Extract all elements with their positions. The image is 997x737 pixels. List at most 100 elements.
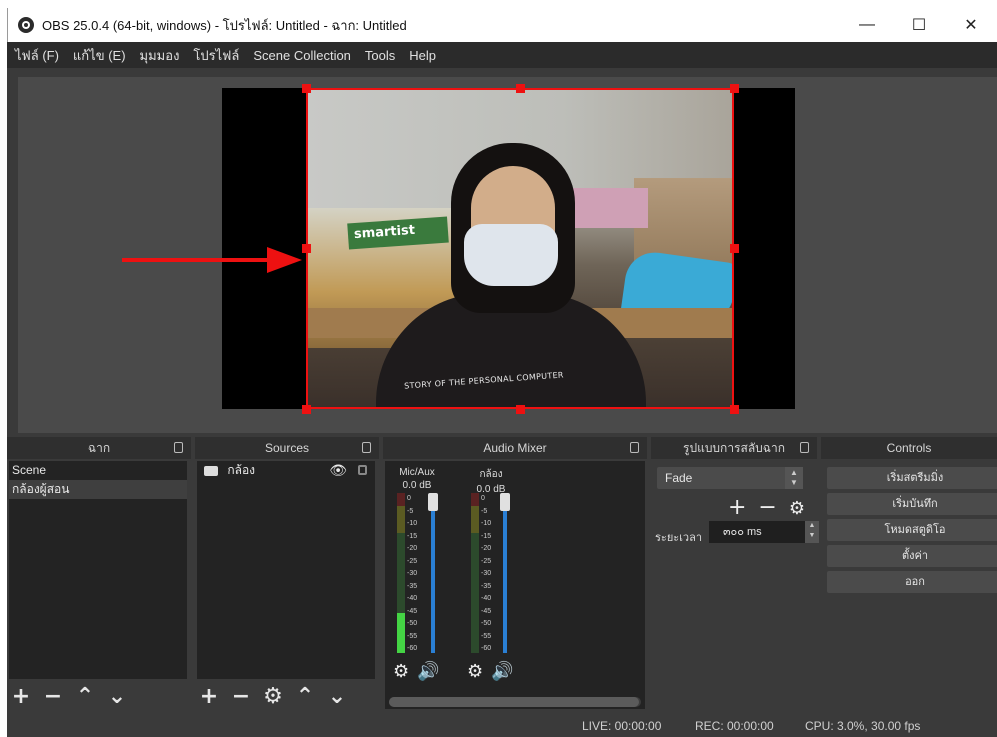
status-bar: LIVE: 00:00:00 REC: 00:00:00 CPU: 3.0%, …	[7, 713, 997, 737]
add-transition-icon[interactable]: +	[728, 495, 746, 520]
title-bar: OBS 25.0.4 (64-bit, windows) - โปรไฟล์: …	[7, 8, 997, 42]
sources-toolbar: + − ⚙ ⌃ ⌄	[199, 681, 347, 713]
camera-volume-meter	[471, 493, 479, 653]
menu-bar: ไฟล์ (F) แก้ไข (E) มุมมอง โปรไฟล์ Scene …	[7, 42, 997, 68]
camera-feed-image: smartist STORY OF THE PERSONAL COMPUTER	[306, 88, 734, 409]
resize-handle-tr[interactable]	[730, 84, 739, 93]
resize-handle-br[interactable]	[730, 405, 739, 414]
start-recording-button[interactable]: เริ่มบันทึก	[827, 493, 997, 515]
menu-scene-collection[interactable]: Scene Collection	[253, 48, 351, 63]
mic-db-readout: 0.0 dB	[402, 480, 432, 491]
rec-status: REC: 00:00:00	[695, 719, 774, 733]
source-label: กล้อง	[227, 463, 256, 477]
transition-settings-gear-icon[interactable]: ⚙	[789, 495, 805, 520]
remove-scene-icon[interactable]: −	[43, 686, 63, 708]
remove-source-icon[interactable]: −	[231, 686, 251, 708]
move-down-icon[interactable]: ⌄	[107, 686, 127, 708]
mixer-scrollbar[interactable]	[389, 697, 641, 707]
scenes-list[interactable]: Scene กล้องผู้สอน	[9, 461, 187, 679]
duration-spinner[interactable]: ▲ ▼	[805, 521, 819, 543]
resize-handle-mr[interactable]	[730, 244, 739, 253]
menu-file[interactable]: ไฟล์ (F)	[15, 45, 59, 66]
add-scene-icon[interactable]: +	[11, 686, 31, 708]
mic-meter-level	[397, 613, 405, 653]
resize-handle-bc[interactable]	[516, 405, 525, 414]
obs-logo-icon	[18, 17, 34, 33]
camera-buttons: ⚙ 🔊	[467, 661, 514, 682]
minimize-button[interactable]: —	[841, 8, 893, 42]
sources-title: Sources	[264, 441, 310, 455]
resize-handle-tl[interactable]	[302, 84, 311, 93]
lock-icon[interactable]	[358, 465, 367, 475]
cpu-status: CPU: 3.0%, 30.00 fps	[805, 719, 921, 733]
chevron-updown-icon: ▲ ▼	[785, 467, 803, 489]
controls-dock: Controls เริ่มสตรีมมิ่ง เริ่มบันทึก โหมด…	[821, 437, 997, 713]
audio-mixer-title-bar: Audio Mixer	[383, 437, 647, 459]
mic-settings-gear-icon[interactable]: ⚙	[393, 661, 409, 682]
float-dock-icon[interactable]	[800, 442, 809, 453]
eye-icon[interactable]: 👁	[329, 461, 347, 480]
scene-item[interactable]: Scene	[9, 461, 187, 480]
menu-tools[interactable]: Tools	[365, 48, 395, 63]
camera-fader-track[interactable]	[503, 495, 507, 653]
camera-fader-knob[interactable]	[500, 493, 510, 511]
menu-edit[interactable]: แก้ไข (E)	[73, 45, 126, 66]
transitions-dock: รูปแบบการสลับฉาก Fade ▲ ▼ + − ⚙ ระยะเวลา …	[651, 437, 819, 713]
controls-title-bar: Controls	[821, 437, 997, 459]
window-controls: — ☐ ✕	[841, 8, 997, 42]
transitions-title-bar: รูปแบบการสลับฉาก	[651, 437, 817, 459]
preview-area[interactable]: smartist STORY OF THE PERSONAL COMPUTER	[18, 77, 997, 433]
live-status: LIVE: 00:00:00	[582, 719, 662, 733]
resize-handle-tc[interactable]	[516, 84, 525, 93]
scenes-dock: ฉาก Scene กล้องผู้สอน + − ⌃ ⌄	[7, 437, 191, 713]
menu-profile[interactable]: โปรไฟล์	[193, 45, 239, 66]
transition-select[interactable]: Fade ▲ ▼	[657, 467, 803, 489]
studio-mode-button[interactable]: โหมดสตูดิโอ	[827, 519, 997, 541]
menu-help[interactable]: Help	[409, 48, 436, 63]
move-up-icon[interactable]: ⌃	[295, 686, 315, 708]
controls-title: Controls	[886, 441, 932, 455]
duration-input[interactable]: ๓๐๐ ms	[709, 521, 805, 543]
source-settings-gear-icon[interactable]: ⚙	[263, 686, 283, 708]
audio-mixer-title: Audio Mixer	[483, 441, 547, 455]
float-dock-icon[interactable]	[362, 442, 371, 453]
preview-canvas[interactable]: smartist STORY OF THE PERSONAL COMPUTER	[222, 84, 795, 414]
menu-view[interactable]: มุมมอง	[140, 45, 180, 66]
scenes-title: ฉาก	[87, 440, 111, 455]
maximize-button[interactable]: ☐	[893, 8, 945, 42]
settings-button[interactable]: ตั้งค่า	[827, 545, 997, 567]
transitions-title: รูปแบบการสลับฉาก	[683, 440, 785, 455]
red-arrow-annotation	[122, 247, 302, 273]
mic-fader-track[interactable]	[431, 495, 435, 653]
sources-dock: Sources กล้อง 👁 + − ⚙ ⌃ ⌄	[195, 437, 379, 713]
mic-speaker-icon[interactable]: 🔊	[417, 661, 439, 682]
start-streaming-button[interactable]: เริ่มสตรีมมิ่ง	[827, 467, 997, 489]
float-dock-icon[interactable]	[630, 442, 639, 453]
close-button[interactable]: ✕	[945, 8, 997, 42]
camera-speaker-icon[interactable]: 🔊	[491, 661, 513, 682]
camera-settings-gear-icon[interactable]: ⚙	[467, 661, 483, 682]
resize-handle-ml[interactable]	[302, 244, 311, 253]
scene-item-selected[interactable]: กล้องผู้สอน	[9, 480, 187, 499]
mic-fader-knob[interactable]	[428, 493, 438, 511]
transition-value: Fade	[665, 471, 693, 485]
resize-handle-bl[interactable]	[302, 405, 311, 414]
add-source-icon[interactable]: +	[199, 686, 219, 708]
window-title: OBS 25.0.4 (64-bit, windows) - โปรไฟล์: …	[42, 17, 407, 33]
channel-name-mic: Mic/Aux 0.0 dB	[387, 467, 447, 491]
mic-meter-ticks: 0 -5 -10 -15 -20 -25 -30 -35 -40 -45 -50 -55 -60	[407, 495, 418, 652]
exit-button[interactable]: ออก	[827, 571, 997, 593]
main-window: smartist STORY OF THE PERSONAL COMPUTER	[7, 68, 997, 737]
float-dock-icon[interactable]	[174, 442, 183, 453]
transition-tools: + − ⚙	[728, 495, 805, 520]
mic-volume-meter	[397, 493, 405, 653]
source-item[interactable]: กล้อง 👁	[197, 461, 375, 480]
move-up-icon[interactable]: ⌃	[75, 686, 95, 708]
move-down-icon[interactable]: ⌄	[327, 686, 347, 708]
sources-list[interactable]: กล้อง 👁	[197, 461, 375, 679]
scenes-toolbar: + − ⌃ ⌄	[11, 681, 127, 713]
audio-mixer-dock: Audio Mixer Mic/Aux 0.0 dB 0 -5 -10 -15 -20-…	[383, 437, 647, 713]
remove-transition-icon[interactable]: −	[758, 495, 776, 520]
sources-dock-title: Sources	[195, 437, 379, 459]
mixer-panel: Mic/Aux 0.0 dB 0 -5 -10 -15 -20 -25 -30 -35 -40-…	[385, 461, 645, 709]
